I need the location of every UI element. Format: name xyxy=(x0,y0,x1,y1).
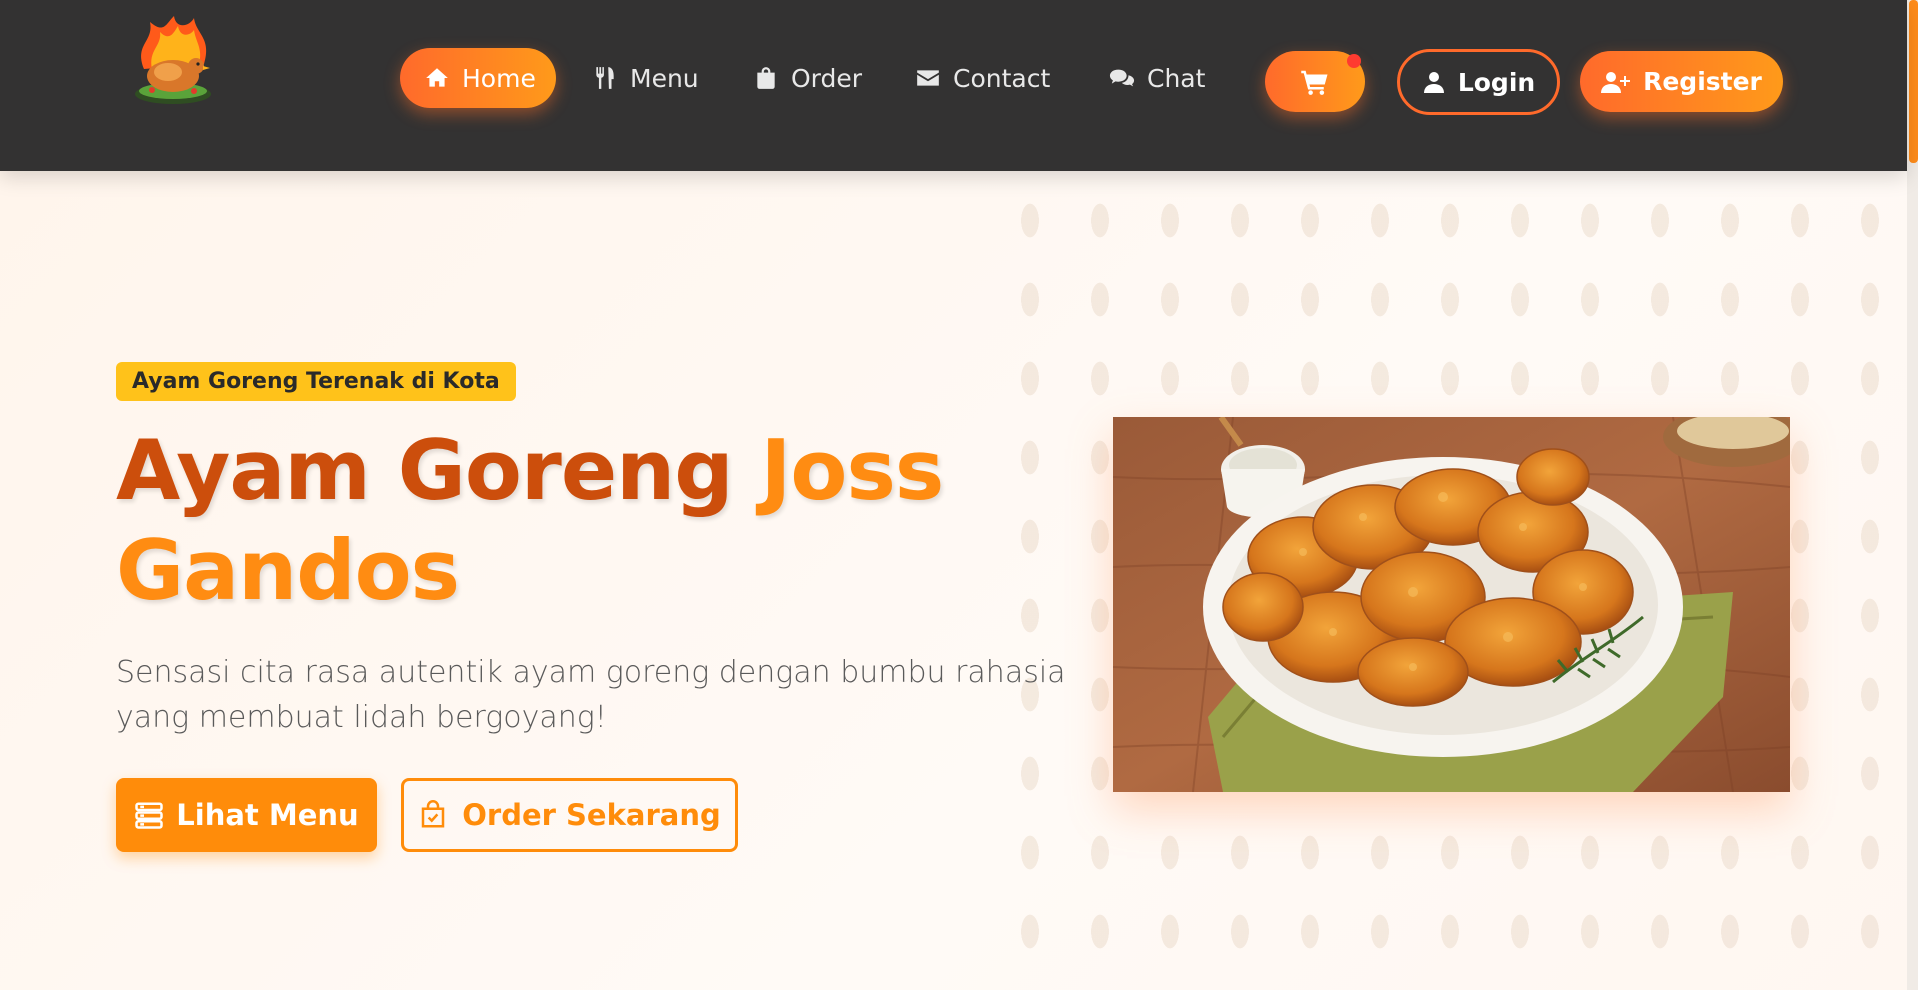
nav-home-link[interactable]: Home xyxy=(400,48,556,108)
hero-subtitle: Sensasi cita rasa autentik ayam goreng d… xyxy=(116,655,1066,735)
view-menu-button[interactable]: Lihat Menu xyxy=(116,778,377,852)
nav-chat-label: Chat xyxy=(1147,63,1206,93)
hero-title-part2: Joss xyxy=(760,422,945,519)
order-now-label: Order Sekarang xyxy=(462,798,721,832)
page-scrollbar[interactable] xyxy=(1907,0,1918,990)
shopping-bag-icon xyxy=(757,67,775,89)
nav-order-link[interactable]: Order xyxy=(753,48,862,108)
login-button[interactable]: Login xyxy=(1397,49,1560,115)
menu-list-icon xyxy=(135,802,164,829)
view-menu-label: Lihat Menu xyxy=(176,798,359,832)
home-icon xyxy=(426,68,448,87)
hero-title-part1: Ayam Goreng xyxy=(116,422,761,519)
navbar: Home Menu Order Contact Chat Login Regis… xyxy=(0,0,1907,171)
bag-check-icon xyxy=(422,800,445,828)
chat-bubbles-icon xyxy=(1109,69,1135,87)
hero-title: Ayam Goreng Joss Gandos xyxy=(116,421,1066,621)
fried-chicken-plate-illustration xyxy=(1113,417,1790,792)
cart-notification-dot xyxy=(1347,54,1361,68)
fire-chicken-logo-icon xyxy=(135,16,211,104)
hero-food-image xyxy=(1113,417,1790,792)
envelope-icon xyxy=(917,70,939,86)
nav-home-label: Home xyxy=(462,63,536,93)
nav-contact-label: Contact xyxy=(953,63,1051,93)
user-plus-icon xyxy=(1601,71,1631,93)
register-button[interactable]: Register xyxy=(1580,51,1783,112)
nav-menu-label: Menu xyxy=(630,63,699,93)
register-label: Register xyxy=(1643,67,1762,96)
nav-order-label: Order xyxy=(791,63,863,93)
nav-menu-link[interactable]: Menu xyxy=(592,48,699,108)
nav-contact-link[interactable]: Contact xyxy=(915,48,1050,108)
hero-badge: Ayam Goreng Terenak di Kota xyxy=(116,362,516,401)
login-label: Login xyxy=(1457,67,1536,97)
user-icon xyxy=(1423,72,1444,93)
hero-title-part3: Gandos xyxy=(116,522,460,619)
cart-button[interactable] xyxy=(1265,51,1365,112)
scrollbar-thumb[interactable] xyxy=(1909,0,1918,163)
hero-section: Ayam Goreng Terenak di Kota Ayam Goreng … xyxy=(0,171,1907,990)
brand-logo[interactable] xyxy=(124,14,222,108)
order-now-button[interactable]: Order Sekarang xyxy=(401,778,738,852)
cart-icon xyxy=(1301,70,1328,95)
nav-chat-link[interactable]: Chat xyxy=(1109,48,1205,108)
utensils-icon xyxy=(596,67,614,89)
